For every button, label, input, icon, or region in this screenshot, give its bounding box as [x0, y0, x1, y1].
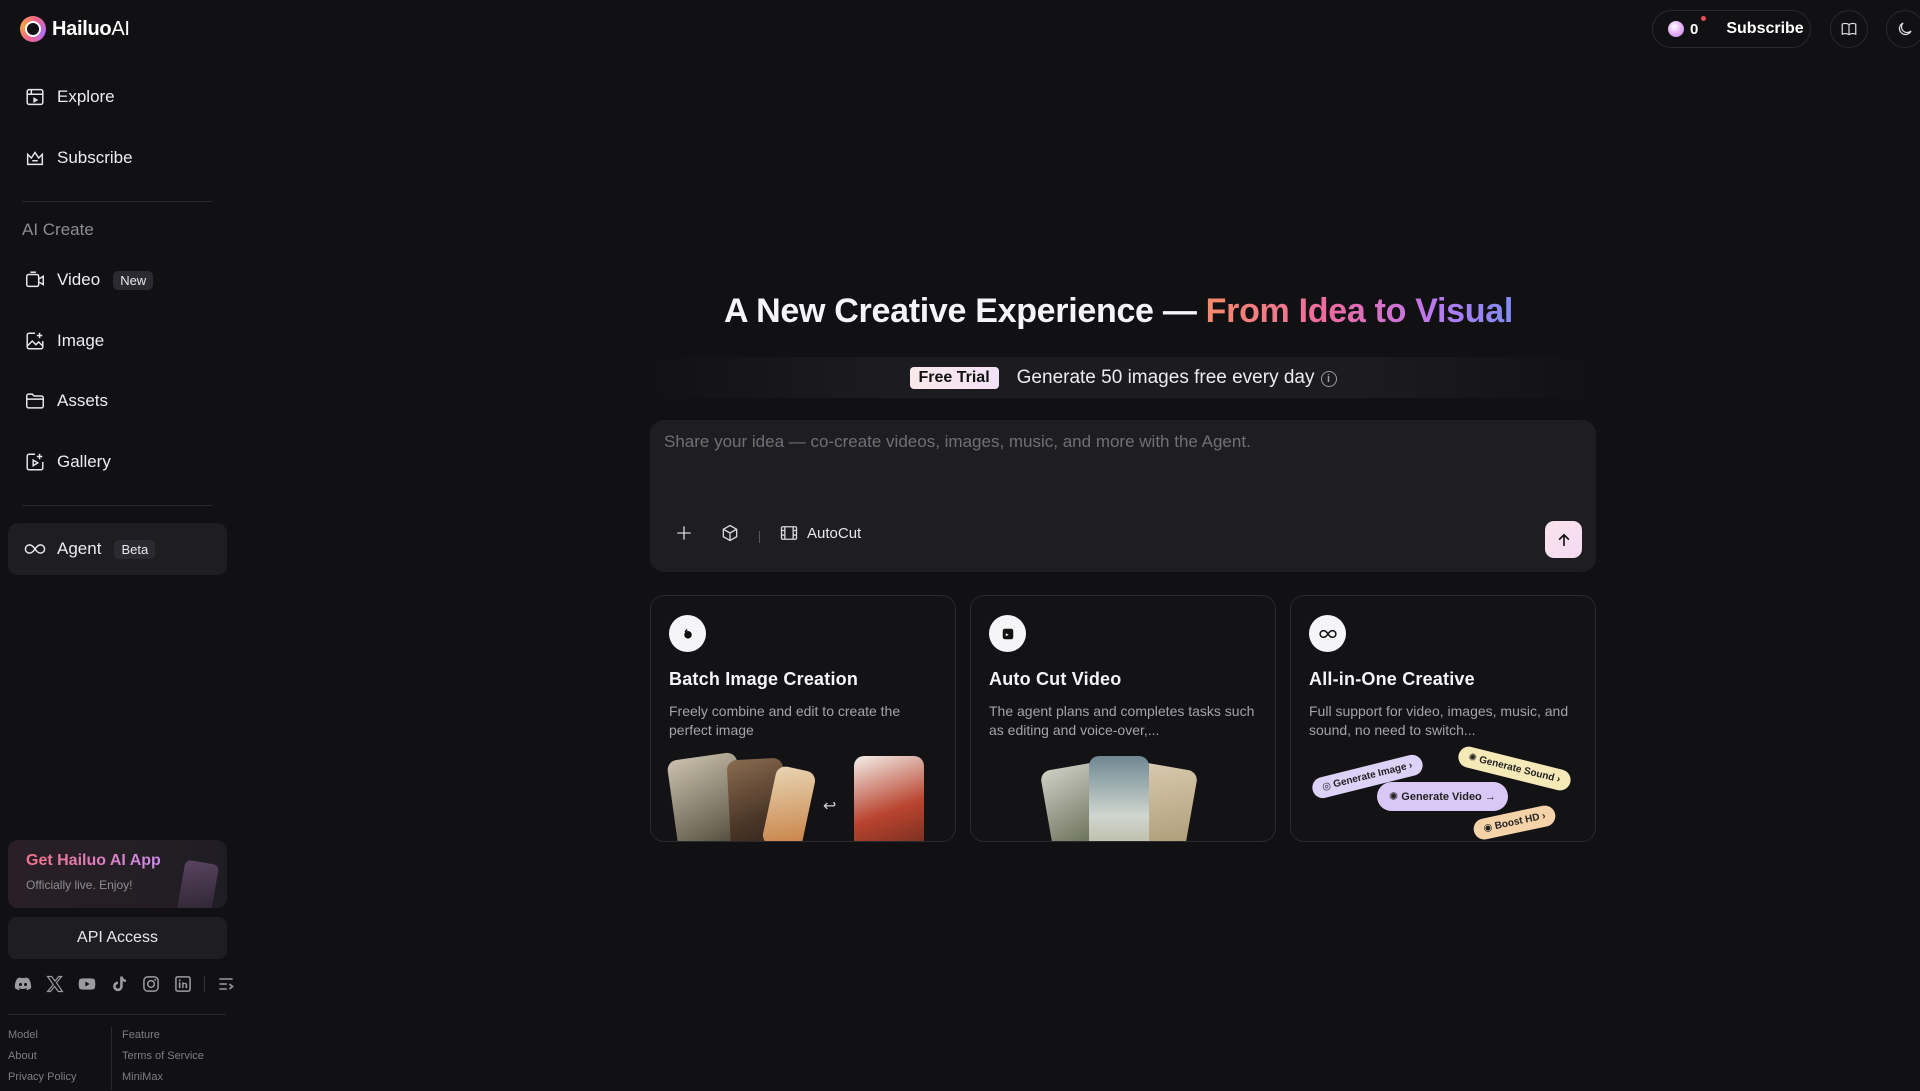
card-auto-cut-video[interactable]: Auto Cut Video The agent plans and compl… [970, 595, 1276, 842]
video-thumbnail-center [1089, 756, 1149, 841]
credits-count: 0 [1690, 20, 1699, 38]
linkedin-icon[interactable] [172, 973, 194, 995]
footer-link-terms[interactable]: Terms of Service [122, 1048, 221, 1069]
sidebar-item-label: Gallery [57, 452, 111, 471]
discord-icon[interactable] [12, 973, 34, 995]
sidebar-item-agent[interactable]: Agent Beta [8, 523, 227, 575]
instagram-icon[interactable] [140, 973, 162, 995]
beta-badge: Beta [114, 539, 156, 559]
x-icon[interactable] [44, 973, 66, 995]
card-all-in-one-creative[interactable]: All-in-One Creative Full support for vid… [1290, 595, 1596, 842]
film-icon [780, 526, 798, 540]
film-reel-icon [989, 615, 1026, 652]
image-sparkle-icon [669, 615, 706, 652]
app-promo-subtitle: Officially live. Enjoy! [26, 878, 133, 892]
card-title: All-in-One Creative [1309, 669, 1475, 689]
app-promo-title: Get Hailuo AI App [26, 852, 161, 869]
brand-name: Hailuo [52, 17, 112, 40]
sidebar-divider [22, 505, 212, 506]
sidebar-item-label: Explore [57, 87, 115, 106]
free-trial-text: Generate 50 images free every day [1016, 366, 1315, 388]
api-access-button[interactable]: API Access [8, 917, 227, 959]
explore-icon [26, 88, 44, 106]
boxer-thumbnail [854, 756, 924, 841]
brand-logo[interactable]: HailuoAI [20, 16, 130, 42]
infinity-icon [24, 544, 46, 554]
brand-suffix: AI [111, 17, 130, 40]
add-attachment-button[interactable] [674, 523, 694, 543]
info-icon[interactable]: i [1320, 370, 1337, 387]
footer-divider [8, 1014, 226, 1015]
card-description: Full support for video, images, music, a… [1309, 703, 1569, 738]
sidebar-item-gallery[interactable]: Gallery [8, 436, 227, 488]
sidebar-item-label: Image [57, 331, 105, 350]
autocut-button[interactable]: AutoCut [779, 523, 861, 543]
footer-link-feature[interactable]: Feature [122, 1027, 221, 1048]
send-button[interactable] [1545, 521, 1582, 558]
footer-link-privacy[interactable]: Privacy Policy [8, 1069, 118, 1090]
social-links [12, 973, 237, 995]
headline-plain: A New Creative Experience — [724, 292, 1206, 330]
sidebar-item-explore[interactable]: Explore [8, 71, 227, 123]
sidebar-item-assets[interactable]: Assets [8, 375, 227, 427]
folder-icon [26, 393, 44, 409]
phone-illustration [176, 859, 220, 908]
theme-toggle-button[interactable] [1886, 10, 1920, 48]
sidebar-divider [22, 201, 212, 202]
footer-link-minimax[interactable]: MiniMax [122, 1069, 221, 1090]
infinity-icon [1309, 615, 1346, 652]
cube-icon [722, 524, 738, 542]
sidebar-item-label: Assets [57, 391, 109, 410]
sidebar-item-label: Subscribe [57, 148, 133, 167]
autocut-label: AutoCut [807, 524, 862, 542]
hailuo-logo-icon [20, 16, 46, 42]
book-button[interactable] [1830, 10, 1868, 48]
card-title: Auto Cut Video [989, 669, 1122, 689]
prompt-input[interactable] [664, 432, 1564, 452]
tiktok-icon[interactable] [108, 973, 130, 995]
plus-icon [677, 526, 691, 540]
card-description: The agent plans and completes tasks such… [989, 703, 1255, 738]
model-select-button[interactable] [720, 523, 740, 543]
new-badge: New [113, 270, 154, 290]
gallery-icon [26, 453, 44, 471]
sidebar-item-image[interactable]: Image [8, 315, 227, 367]
video-icon [26, 271, 44, 288]
sidebar: HailuoAI Explore Subscribe AI Create Vid… [0, 0, 234, 1091]
merge-arrow-icon: ↩ [823, 798, 837, 815]
credits-gem-icon [1668, 21, 1684, 37]
page-headline: A New Creative Experience — From Idea to… [650, 292, 1587, 331]
menu-icon[interactable] [215, 973, 237, 995]
headline-gradient: From Idea to Visual [1205, 292, 1514, 330]
free-trial-banner: Free Trial Generate 50 images free every… [650, 357, 1596, 398]
header-subscribe-button[interactable]: Subscribe [1726, 20, 1803, 38]
notification-dot [1701, 16, 1706, 21]
get-app-promo[interactable]: Get Hailuo AI App Officially live. Enjoy… [8, 840, 227, 908]
card-description: Freely combine and edit to create the pe… [669, 703, 901, 738]
free-trial-badge: Free Trial [909, 366, 999, 389]
moon-icon [1898, 22, 1912, 36]
crown-icon [26, 151, 44, 166]
youtube-icon[interactable] [76, 973, 98, 995]
prompt-composer: AutoCut [650, 420, 1596, 572]
footer-link-model[interactable]: Model [8, 1027, 118, 1048]
credits-subscribe-pill[interactable]: 0 Subscribe [1652, 10, 1811, 48]
image-icon [26, 332, 44, 350]
section-label-ai-create: AI Create [22, 220, 94, 239]
sidebar-item-label: Agent [57, 539, 102, 558]
book-icon [1841, 22, 1857, 36]
sidebar-item-subscribe[interactable]: Subscribe [8, 132, 227, 184]
card-title: Batch Image Creation [669, 669, 859, 689]
social-separator [204, 976, 205, 992]
card-batch-image-creation[interactable]: Batch Image Creation Freely combine and … [650, 595, 956, 842]
toolbar-separator [759, 531, 760, 543]
sidebar-item-label: Video [57, 270, 101, 289]
pill-generate-video: ✺ Generate Video → [1377, 782, 1508, 811]
sidebar-item-video[interactable]: Video New [8, 254, 227, 306]
footer-link-about[interactable]: About [8, 1048, 118, 1069]
arrow-up-icon [1558, 533, 1569, 546]
